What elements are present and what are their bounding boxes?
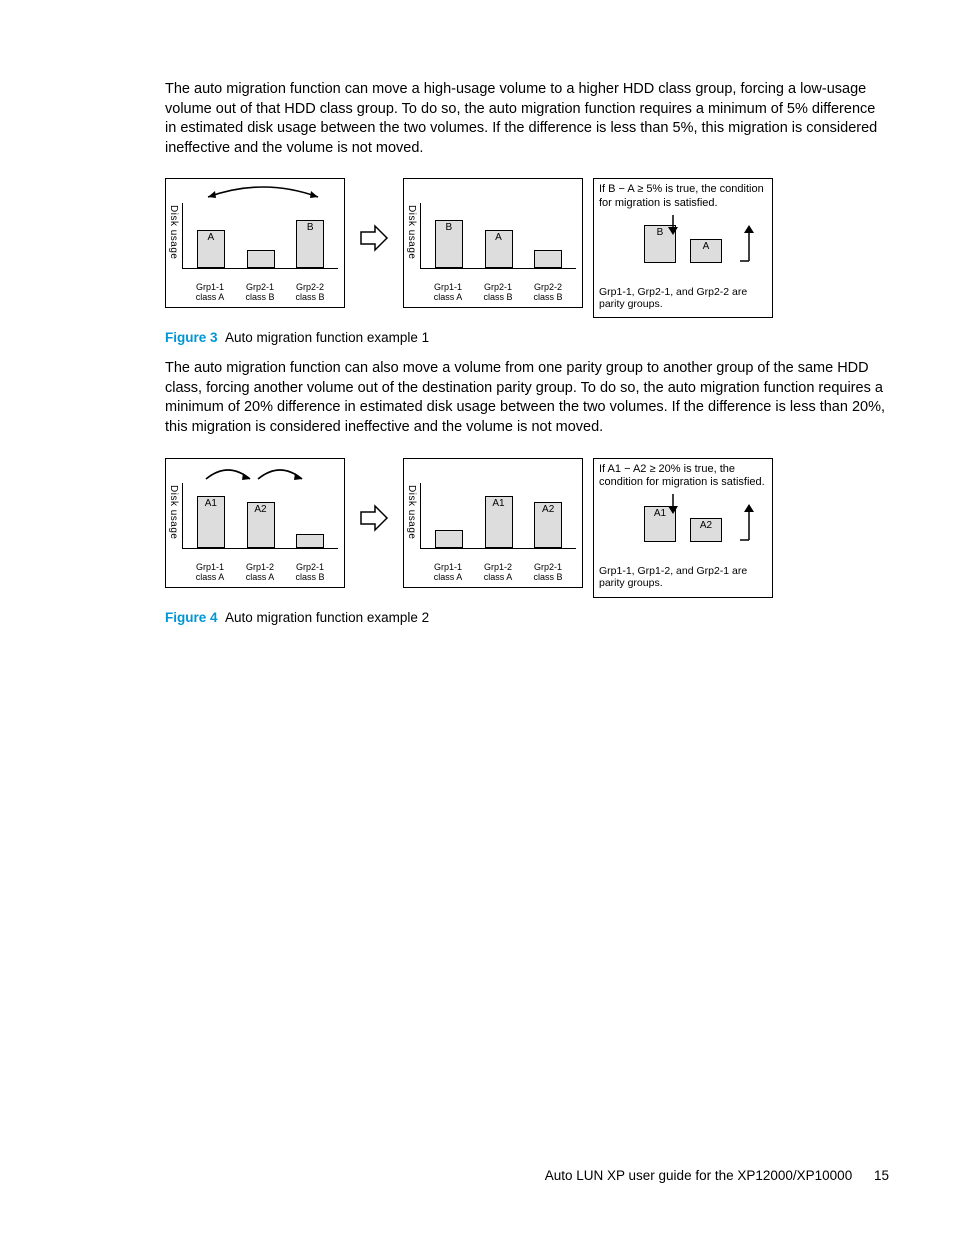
x-label: Grp1-1class A bbox=[426, 563, 470, 583]
bar bbox=[296, 534, 324, 548]
intro-paragraph-1: The auto migration function can move a h… bbox=[165, 80, 889, 158]
bar: A1 bbox=[485, 496, 513, 548]
x-label: Grp1-2class A bbox=[476, 563, 520, 583]
bar-wrap: A2 bbox=[239, 502, 283, 548]
fig4-after-panel: Disk usage A1 A2 Grp1-1class A Grp1-2class… bbox=[403, 458, 583, 588]
condition-note: Grp1-1, Grp2-1, and Grp2-2 are parity gr… bbox=[594, 283, 772, 314]
bar-wrap: A1 bbox=[477, 496, 521, 548]
x-label: Grp1-2class A bbox=[238, 563, 282, 583]
bar: B bbox=[296, 220, 324, 268]
bar: A2 bbox=[247, 502, 275, 548]
figure-number: Figure 3 bbox=[165, 330, 218, 345]
bar: A bbox=[690, 239, 722, 263]
x-label: Grp2-1class B bbox=[526, 563, 570, 583]
condition-text: If B − A ≥ 5% is true, the condition for… bbox=[594, 179, 772, 213]
condition-note: Grp1-1, Grp1-2, and Grp2-1 are parity gr… bbox=[594, 562, 772, 593]
x-label: Grp2-2class B bbox=[526, 283, 570, 303]
up-arrow-icon bbox=[740, 221, 758, 271]
fig3-condition-panel: If B − A ≥ 5% is true, the condition for… bbox=[593, 178, 773, 318]
bar: A1 bbox=[197, 496, 225, 548]
footer-title: Auto LUN XP user guide for the XP12000/X… bbox=[545, 1168, 852, 1183]
x-label: Grp2-1class B bbox=[476, 283, 520, 303]
down-arrow-icon bbox=[664, 213, 682, 263]
x-label: Grp1-1class A bbox=[426, 283, 470, 303]
bar: A bbox=[485, 230, 513, 268]
bar-wrap: A bbox=[189, 230, 233, 268]
y-axis-label: Disk usage bbox=[406, 485, 417, 539]
condition-text: If A1 − A2 ≥ 20% is true, the condition … bbox=[594, 459, 772, 493]
bar bbox=[435, 530, 463, 548]
bar-wrap bbox=[288, 534, 332, 548]
bar-wrap: A bbox=[477, 230, 521, 268]
bar: A bbox=[197, 230, 225, 268]
fig4-condition-panel: If A1 − A2 ≥ 20% is true, the condition … bbox=[593, 458, 773, 598]
bar-wrap bbox=[526, 250, 570, 268]
bar: A2 bbox=[690, 518, 722, 542]
x-label: Grp1-1class A bbox=[188, 283, 232, 303]
y-axis-label: Disk usage bbox=[406, 205, 417, 259]
bar bbox=[247, 250, 275, 268]
bar bbox=[534, 250, 562, 268]
fig3-after-panel: Disk usage BA Grp1-1class A Grp2-1class B… bbox=[403, 178, 583, 308]
x-label: Grp2-2class B bbox=[288, 283, 332, 303]
figure-4: Disk usage A1 A2 Grp1-1class A Grp1-2class… bbox=[165, 458, 889, 598]
x-label: Grp2-1class B bbox=[288, 563, 332, 583]
figure-caption-text: Auto migration function example 1 bbox=[225, 330, 429, 345]
fig4-before-panel: Disk usage A1 A2 Grp1-1class A Grp1-2class… bbox=[165, 458, 345, 588]
bar: B bbox=[435, 220, 463, 268]
bar-wrap: A1 bbox=[189, 496, 233, 548]
down-arrow-icon bbox=[664, 492, 682, 542]
x-label: Grp1-1class A bbox=[188, 563, 232, 583]
intro-paragraph-2: The auto migration function can also mov… bbox=[165, 359, 889, 437]
bar: A2 bbox=[534, 502, 562, 548]
transition-arrow-icon bbox=[359, 224, 389, 252]
transition-arrow-icon bbox=[359, 504, 389, 532]
x-label: Grp2-1class B bbox=[238, 283, 282, 303]
figure-number: Figure 4 bbox=[165, 610, 218, 625]
y-axis-label: Disk usage bbox=[168, 205, 179, 259]
figure-caption-text: Auto migration function example 2 bbox=[225, 610, 429, 625]
y-axis-label: Disk usage bbox=[168, 485, 179, 539]
page-footer: Auto LUN XP user guide for the XP12000/X… bbox=[545, 1168, 889, 1183]
figure-3: Disk usage AB Grp1-1class AGrp2-1class B… bbox=[165, 178, 889, 318]
bar-wrap: B bbox=[427, 220, 471, 268]
bar-wrap: A2 bbox=[526, 502, 570, 548]
figure-4-caption: Figure 4 Auto migration function example… bbox=[165, 610, 889, 625]
bar-wrap bbox=[427, 530, 471, 548]
bar-wrap bbox=[239, 250, 283, 268]
bar-wrap: B bbox=[288, 220, 332, 268]
fig3-before-panel: Disk usage A B Grp1-1class A Grp2-1class B… bbox=[165, 178, 345, 308]
page-number: 15 bbox=[874, 1168, 889, 1183]
up-arrow-icon bbox=[740, 500, 758, 550]
figure-3-caption: Figure 3 Auto migration function example… bbox=[165, 330, 889, 345]
